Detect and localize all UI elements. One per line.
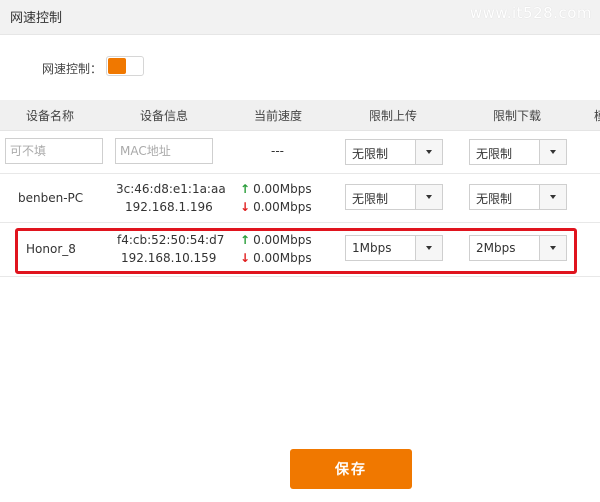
dropdown-button[interactable] [415, 140, 442, 164]
toggle-knob [108, 58, 126, 74]
speed-control-row: 网速控制： [0, 56, 600, 80]
arrow-down-icon: ↓ [240, 200, 251, 214]
dropdown-button[interactable] [415, 185, 442, 209]
upload-speed-value: 0.00Mbps [253, 182, 312, 196]
chevron-down-icon [426, 150, 432, 154]
upload-limit-select[interactable]: 无限制 [345, 184, 443, 210]
upload-limit-value: 无限制 [352, 147, 389, 161]
dropdown-button[interactable] [539, 185, 566, 209]
upload-speed: ↑ 0.00Mbps [240, 182, 312, 196]
chevron-down-icon [426, 195, 432, 199]
download-limit-select[interactable]: 无限制 [469, 139, 567, 165]
arrow-up-icon: ↑ [240, 182, 251, 196]
row-divider [0, 222, 600, 223]
device-mac: 3c:46:d8:e1:1a:aa [116, 182, 226, 196]
column-header-current-speed: 当前速度 [254, 109, 303, 123]
chevron-down-icon [550, 150, 556, 154]
row-divider [0, 276, 600, 277]
page-title: 网速控制 [10, 11, 63, 26]
download-limit-value: 无限制 [476, 147, 513, 161]
chevron-down-icon [550, 195, 556, 199]
device-ip: 192.168.1.196 [125, 200, 213, 214]
speed-control-label: 网速控制： [42, 62, 103, 76]
watermark: www.it528.com [469, 4, 592, 22]
download-speed: ↓ 0.00Mbps [240, 200, 312, 214]
upload-limit-value: 无限制 [352, 192, 389, 206]
device-name-input[interactable]: 可不填 [5, 138, 103, 164]
column-header-download-limit: 限制下载 [493, 109, 542, 123]
download-limit-select[interactable]: 无限制 [469, 184, 567, 210]
dropdown-button[interactable] [539, 140, 566, 164]
highlight-box [15, 228, 577, 274]
save-button[interactable]: 保存 [290, 449, 412, 489]
table-header: 设备名称 设备信息 当前速度 限制上传 限制下载 模 [0, 100, 600, 131]
current-speed-placeholder: --- [271, 144, 284, 158]
column-header-upload-limit: 限制上传 [369, 109, 418, 123]
page-header: 网速控制 www.it528.com [0, 0, 600, 35]
table-row: benben-PC 3c:46:d8:e1:1a:aa 192.168.1.19… [0, 174, 600, 222]
upload-limit-select[interactable]: 无限制 [345, 139, 443, 165]
speed-control-toggle[interactable] [106, 56, 144, 76]
column-header-device-name: 设备名称 [26, 109, 75, 123]
column-header-device-info: 设备信息 [140, 109, 189, 123]
device-name: benben-PC [18, 191, 84, 205]
download-limit-value: 无限制 [476, 192, 513, 206]
table-row-filter: 可不填 MAC地址 --- 无限制 无限制 [0, 131, 600, 173]
mac-address-input[interactable]: MAC地址 [115, 138, 213, 164]
download-speed-value: 0.00Mbps [253, 200, 312, 214]
column-header-truncated: 模 [594, 107, 600, 124]
